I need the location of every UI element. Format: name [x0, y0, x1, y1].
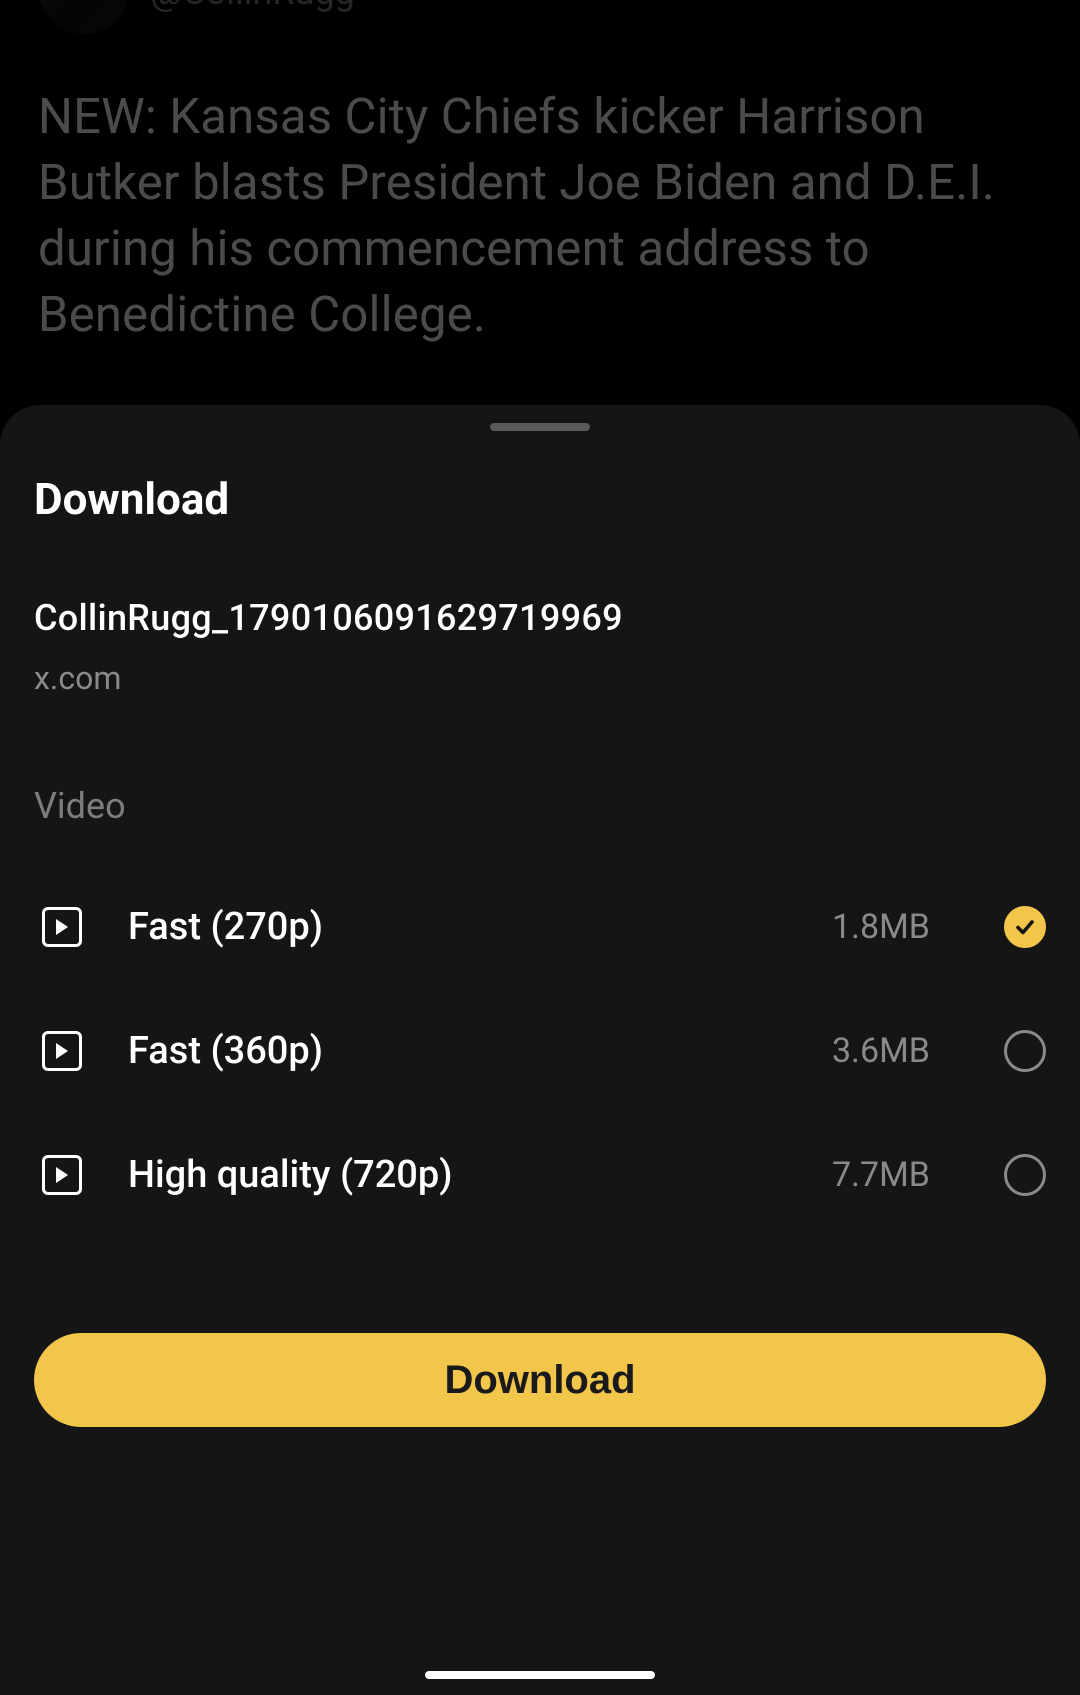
radio-unselected-icon[interactable] [1004, 1030, 1046, 1072]
quality-option-label: Fast (270p) [128, 905, 786, 949]
download-file-domain: x.com [34, 659, 1046, 697]
video-section-label: Video [34, 785, 1046, 827]
quality-option-label: Fast (360p) [128, 1029, 786, 1073]
video-icon [42, 1031, 82, 1071]
tweet-handle: @CollinRugg [150, 0, 355, 13]
home-indicator[interactable] [425, 1671, 655, 1679]
radio-unselected-icon[interactable] [1004, 1154, 1046, 1196]
quality-option-size: 7.7MB [832, 1155, 930, 1195]
quality-option-720p[interactable]: High quality (720p) 7.7MB [34, 1113, 1046, 1237]
quality-option-label: High quality (720p) [128, 1153, 786, 1197]
radio-selected-icon[interactable] [1004, 906, 1046, 948]
quality-option-size: 1.8MB [832, 907, 930, 947]
download-sheet: Download CollinRugg_1790106091629719969 … [0, 405, 1080, 1695]
tweet-text: NEW: Kansas City Chiefs kicker Harrison … [38, 84, 1042, 349]
video-icon [42, 1155, 82, 1195]
sheet-title: Download [34, 473, 1046, 525]
quality-option-270p[interactable]: Fast (270p) 1.8MB [34, 865, 1046, 989]
sheet-grab-handle[interactable] [490, 423, 590, 431]
quality-option-360p[interactable]: Fast (360p) 3.6MB [34, 989, 1046, 1113]
tweet-header: @CollinRugg [38, 0, 1042, 34]
quality-option-size: 3.6MB [832, 1031, 930, 1071]
avatar [38, 0, 130, 34]
download-file-name: CollinRugg_1790106091629719969 [34, 597, 1046, 639]
video-icon [42, 907, 82, 947]
quality-options-list: Fast (270p) 1.8MB Fast (360p) 3.6MB High… [34, 865, 1046, 1237]
download-button[interactable]: Download [34, 1333, 1046, 1427]
